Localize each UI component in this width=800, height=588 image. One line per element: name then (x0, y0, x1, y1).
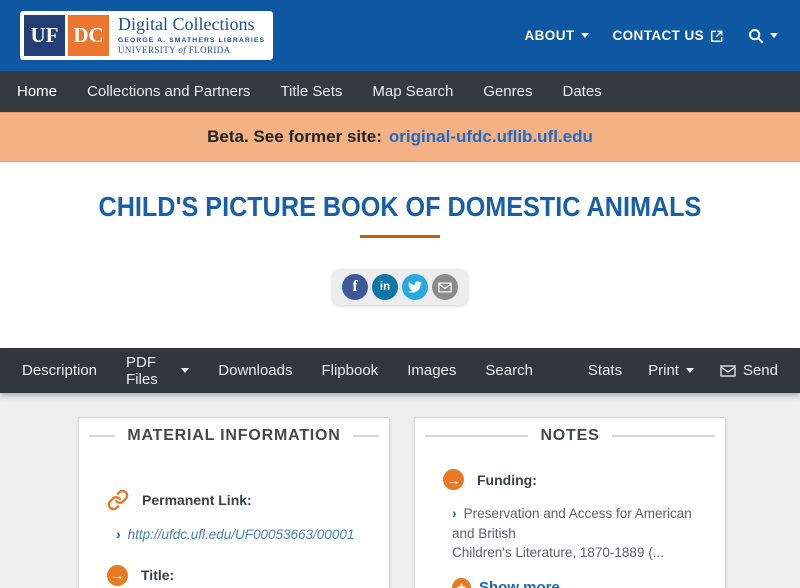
header-menu: ABOUT CONTACT US (525, 28, 778, 44)
linkedin-icon: in (379, 281, 391, 293)
search-menu[interactable] (748, 28, 778, 44)
nav-item-dates[interactable]: Dates (547, 83, 616, 100)
logo-subtitle: GEORGE A. SMATHERS LIBRARIES (118, 37, 266, 45)
print-label: Print (648, 362, 679, 379)
notes-header: NOTES (415, 418, 725, 445)
chevron-right-icon (116, 526, 121, 542)
show-more-button[interactable]: Show more (452, 577, 707, 588)
about-menu[interactable]: ABOUT (525, 28, 589, 43)
arrow-circle-icon (443, 469, 464, 490)
material-information-header: MATERIAL INFORMATION (79, 418, 389, 445)
send-label: Send (742, 362, 778, 379)
share-pill: f in (332, 269, 468, 305)
email-share-button[interactable] (432, 274, 458, 300)
chevron-right-icon (452, 505, 457, 521)
toolbar-pdf-files[interactable]: PDF Files (126, 353, 190, 388)
twitter-icon (408, 280, 422, 294)
material-information-card: MATERIAL INFORMATION Permanent Link: htt… (78, 417, 390, 588)
item-toolbar: Description PDF Files Downloads Flipbook… (0, 348, 800, 393)
title-divider (360, 235, 440, 238)
nav-item-genres[interactable]: Genres (468, 83, 547, 100)
toolbar-flipbook[interactable]: Flipbook (321, 362, 378, 379)
chevron-down-icon (770, 33, 778, 38)
toolbar-right-group: Stats Print Send (562, 362, 778, 379)
email-icon (438, 282, 452, 293)
card-title: MATERIAL INFORMATION (127, 427, 341, 444)
beta-banner-text: Beta. See former site: (207, 127, 382, 146)
toolbar-print[interactable]: Print (648, 362, 694, 379)
field-label: Title: (141, 567, 175, 584)
logo-title: Digital Collections (118, 14, 255, 35)
permanent-link-url[interactable]: http://ufdc.ufl.edu/UF00053663/00001 (128, 527, 355, 542)
field-label: Funding: (477, 471, 537, 488)
uf-logo-tile: UF (24, 15, 65, 56)
dc-logo-tile: DC (68, 15, 109, 56)
logo-institution: UNIVERSITY of FLORIDA (118, 44, 231, 55)
card-title: NOTES (540, 427, 600, 444)
field-label: Permanent Link: (142, 492, 252, 508)
funding-value-row: Preservation and Access for American and… (452, 503, 707, 543)
funding-field: Funding: (443, 469, 707, 490)
funding-value: Preservation and Access for American and… (452, 506, 692, 541)
site-header: UF DC Digital Collections GEORGE A. SMAT… (0, 0, 800, 71)
about-label: ABOUT (524, 28, 575, 43)
toolbar-left-group: Description PDF Files Downloads Flipbook… (22, 354, 562, 388)
toolbar-downloads[interactable]: Downloads (218, 362, 292, 379)
envelope-icon (720, 364, 736, 377)
toolbar-images[interactable]: Images (407, 362, 456, 379)
main-nav: Home Collections and Partners Title Sets… (0, 71, 800, 112)
logo-text: Digital Collections GEORGE A. SMATHERS L… (118, 15, 265, 55)
content-area: MATERIAL INFORMATION Permanent Link: htt… (0, 393, 800, 588)
former-site-link[interactable]: original-ufdc.uflib.ufl.edu (389, 127, 593, 147)
permanent-link-value-row: http://ufdc.ufl.edu/UF00053663/00001 (116, 524, 371, 545)
permanent-link-field: Permanent Link: (107, 489, 371, 511)
nav-item-map-search[interactable]: Map Search (357, 83, 468, 100)
linkedin-share-button[interactable]: in (372, 274, 398, 300)
title-section: CHILD'S PICTURE BOOK OF DOMESTIC ANIMALS… (0, 162, 800, 348)
toolbar-search[interactable]: Search (485, 362, 533, 379)
funding-value-line2: Children's Literature, 1870-1889 (... (452, 545, 664, 561)
external-link-icon (710, 29, 724, 43)
twitter-share-button[interactable] (402, 274, 428, 300)
toolbar-description[interactable]: Description (22, 362, 97, 379)
ufdc-logo[interactable]: UF DC Digital Collections GEORGE A. SMAT… (20, 11, 274, 60)
beta-banner: Beta. See former site: original-ufdc.ufl… (0, 112, 800, 162)
facebook-icon: f (352, 278, 358, 295)
nav-item-title-sets[interactable]: Title Sets (265, 83, 357, 100)
toolbar-stats[interactable]: Stats (588, 362, 622, 379)
title-field: Title: (107, 564, 371, 586)
nav-item-collections-and-partners[interactable]: Collections and Partners (72, 83, 265, 100)
plus-circle-icon (452, 577, 471, 588)
page-title: CHILD'S PICTURE BOOK OF DOMESTIC ANIMALS (98, 191, 702, 222)
share-bar: f in (0, 269, 800, 305)
chevron-down-icon (685, 368, 694, 373)
notes-body: Funding: Preservation and Access for Ame… (415, 445, 725, 588)
pdf-files-label: PDF Files (126, 353, 158, 388)
chevron-down-icon (580, 33, 589, 38)
contact-us-link[interactable]: CONTACT US (613, 28, 725, 43)
facebook-share-button[interactable]: f (342, 274, 368, 300)
nav-item-home[interactable]: Home (2, 83, 72, 100)
link-icon (107, 489, 129, 511)
search-icon (748, 28, 764, 44)
material-information-body: Permanent Link: http://ufdc.ufl.edu/UF00… (79, 445, 389, 588)
toolbar-send[interactable]: Send (720, 362, 778, 379)
show-more-label: Show more (479, 578, 560, 588)
chevron-down-icon (181, 368, 190, 373)
arrow-circle-icon (107, 564, 128, 586)
notes-card: NOTES Funding: Preservation and Access f… (414, 417, 726, 588)
contact-us-label: CONTACT US (612, 28, 704, 43)
